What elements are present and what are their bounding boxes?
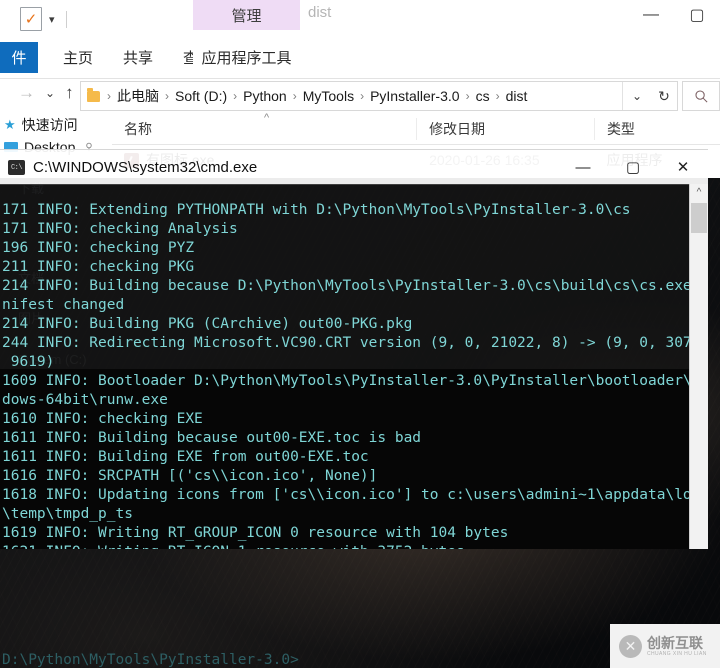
breadcrumb-python[interactable]: Python bbox=[240, 88, 290, 104]
breadcrumb-dist[interactable]: dist bbox=[503, 88, 531, 104]
search-icon bbox=[694, 89, 707, 102]
scrollbar-thumb[interactable] bbox=[691, 203, 708, 233]
column-headers: 名称 修改日期 类型 ^ bbox=[112, 112, 720, 145]
sidebar-item-quick-access[interactable]: ★ 快速访问 bbox=[0, 114, 112, 136]
recent-locations-icon[interactable]: ⌄ bbox=[45, 86, 55, 100]
up-icon[interactable]: ↑ bbox=[65, 83, 74, 103]
cmd-window: C:\ C:\WINDOWS\system32\cmd.exe — ▢ ✕ 17… bbox=[0, 149, 708, 549]
breadcrumb-sep: › bbox=[233, 89, 238, 103]
cmd-prompt-partial: D:\Python\MyTools\PyInstaller-3.0> bbox=[2, 652, 299, 668]
sort-indicator-icon: ^ bbox=[264, 112, 270, 124]
explorer-ribbon: 件 主页 共享 查看 应用程序工具 bbox=[0, 42, 720, 79]
watermark-cn: 创新互联 bbox=[647, 634, 703, 651]
path-dropdown-icon[interactable]: ⌄ bbox=[621, 82, 651, 110]
cmd-minimize-button[interactable]: — bbox=[558, 150, 608, 184]
refresh-button[interactable]: ↻ bbox=[651, 81, 678, 111]
breadcrumb-sep: › bbox=[465, 89, 470, 103]
cmd-icon: C:\ bbox=[8, 160, 25, 175]
breadcrumb-sep: › bbox=[495, 89, 500, 103]
explorer-address-bar: → ⌄ ↑ › 此电脑 › Soft (D:) › Python › MyToo… bbox=[0, 79, 720, 115]
maximize-button[interactable]: ▢ bbox=[674, 0, 720, 30]
breadcrumb-pyinstaller[interactable]: PyInstaller-3.0 bbox=[367, 88, 462, 104]
breadcrumb-sep: › bbox=[360, 89, 365, 103]
tab-application-tools[interactable]: 应用程序工具 bbox=[193, 42, 300, 73]
breadcrumb-sep: › bbox=[107, 89, 111, 103]
breadcrumb-cs[interactable]: cs bbox=[473, 88, 493, 104]
star-icon: ★ bbox=[4, 117, 16, 132]
watermark-logo-icon: ✕ bbox=[619, 634, 642, 658]
breadcrumb-mytools[interactable]: MyTools bbox=[300, 88, 357, 104]
explorer-title-bar: ✓ ▾ 管理 dist — ▢ bbox=[0, 0, 720, 42]
cmd-window-buttons: — ▢ ✕ bbox=[558, 150, 708, 184]
cmd-title-bar: C:\ C:\WINDOWS\system32\cmd.exe — ▢ ✕ bbox=[0, 149, 708, 185]
contextual-tab-manage[interactable]: 管理 bbox=[193, 0, 300, 30]
search-input[interactable] bbox=[682, 81, 720, 111]
breadcrumb-sep: › bbox=[165, 89, 169, 103]
sidebar-item-label: 快速访问 bbox=[21, 117, 78, 133]
cmd-output-text: 171 INFO: Extending PYTHONPATH with D:\P… bbox=[2, 201, 690, 550]
navigation-buttons: → ⌄ ↑ bbox=[18, 83, 74, 103]
watermark-text: 创新互联 CHUANG XIN HU LIAN bbox=[647, 636, 707, 657]
check-glyph: ✓ bbox=[24, 10, 38, 28]
tab-home[interactable]: 主页 bbox=[48, 42, 108, 73]
explorer-window-title: dist bbox=[308, 4, 332, 21]
cmd-close-button[interactable]: ✕ bbox=[658, 150, 708, 184]
quick-access-toolbar[interactable]: ✓ ▾ bbox=[20, 7, 67, 31]
scroll-up-icon[interactable]: ^ bbox=[690, 184, 708, 201]
breadcrumb-soft-d[interactable]: Soft (D:) bbox=[172, 88, 230, 104]
breadcrumb-this-pc[interactable]: 此电脑 bbox=[114, 86, 162, 106]
breadcrumb-sep: › bbox=[292, 89, 297, 103]
tab-share[interactable]: 共享 bbox=[108, 42, 168, 73]
checklist-icon[interactable]: ✓ bbox=[20, 7, 42, 31]
folder-icon bbox=[87, 87, 100, 102]
watermark-en: CHUANG XIN HU LIAN bbox=[647, 650, 707, 657]
cmd-console-output[interactable]: 171 INFO: Extending PYTHONPATH with D:\P… bbox=[0, 184, 690, 550]
column-header-type[interactable]: 类型 bbox=[593, 118, 720, 140]
watermark: ✕ 创新互联 CHUANG XIN HU LIAN bbox=[610, 624, 720, 668]
explorer-window-buttons: — ▢ bbox=[628, 0, 720, 30]
minimize-button[interactable]: — bbox=[628, 0, 674, 30]
cmd-body: 171 INFO: Extending PYTHONPATH with D:\P… bbox=[0, 184, 708, 549]
forward-icon[interactable]: → bbox=[18, 83, 35, 103]
cmd-scrollbar[interactable]: ^ bbox=[689, 184, 708, 549]
breadcrumb[interactable]: › 此电脑 › Soft (D:) › Python › MyTools › P… bbox=[80, 81, 652, 111]
column-header-modified[interactable]: 修改日期 bbox=[416, 118, 594, 140]
tab-file[interactable]: 件 bbox=[0, 42, 38, 73]
cmd-maximize-button[interactable]: ▢ bbox=[608, 150, 658, 184]
toolbar-divider bbox=[65, 10, 67, 28]
chevron-down-icon[interactable]: ▾ bbox=[49, 13, 55, 26]
cmd-window-title: C:\WINDOWS\system32\cmd.exe bbox=[33, 159, 258, 176]
